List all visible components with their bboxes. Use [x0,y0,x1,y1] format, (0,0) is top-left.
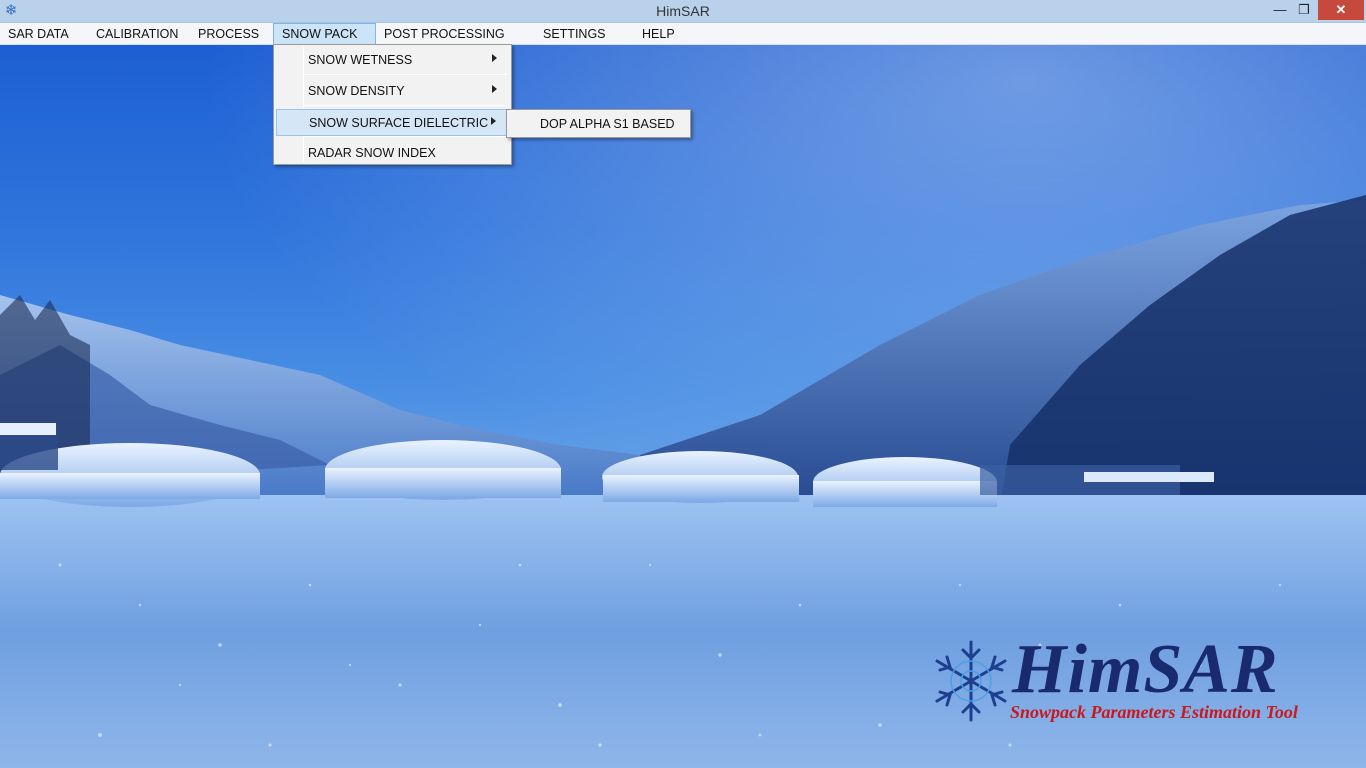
snow-surface-dielectric-submenu: DOP ALPHA S1 BASED [506,109,691,138]
restore-button[interactable]: ❐ [1291,0,1317,20]
menu-separator [304,105,507,106]
menu-item-snow-surface-dielectric[interactable]: SNOW SURFACE DIELECTRIC [276,109,509,136]
menu-item-label: SNOW SURFACE DIELECTRIC [309,116,489,130]
menu-separator [304,136,507,137]
submenu-arrow-icon [491,117,496,125]
snowflake-icon [935,640,1007,722]
menu-post-processing[interactable]: POST PROCESSING [376,23,513,45]
title-bar: ❄ HimSAR — ❐ ✕ [0,0,1366,23]
menu-item-dop-alpha-s1-based[interactable]: DOP ALPHA S1 BASED [540,117,675,131]
menu-process[interactable]: PROCESS [190,23,267,45]
menu-calibration[interactable]: CALIBRATION [88,23,186,45]
menu-item-label: SNOW WETNESS [308,53,413,67]
submenu-arrow-icon [492,54,497,62]
menu-item-snow-wetness[interactable]: SNOW WETNESS [276,47,509,74]
menu-item-radar-snow-index[interactable]: RADAR SNOW INDEX [276,140,509,167]
himsar-logo: HimSAR Snowpack Parameters Estimation To… [926,631,1346,726]
logo-brand-text: HimSAR [1012,631,1279,708]
menu-sar-data[interactable]: SAR DATA [0,23,77,45]
menu-item-label: SNOW DENSITY [308,84,405,98]
window-title: HimSAR [656,3,710,19]
snow-pack-dropdown: SNOW WETNESS SNOW DENSITY SNOW SURFACE D… [273,44,512,165]
menu-item-snow-density[interactable]: SNOW DENSITY [276,78,509,105]
menu-settings[interactable]: SETTINGS [535,23,614,45]
close-button[interactable]: ✕ [1318,0,1364,20]
minimize-button[interactable]: — [1267,0,1293,20]
submenu-arrow-icon [492,85,497,93]
menu-bar: SAR DATA CALIBRATION PROCESS SNOW PACK P… [0,23,1366,45]
logo-tagline: Snowpack Parameters Estimation Tool [1010,702,1298,722]
menu-snow-pack[interactable]: SNOW PACK [273,23,376,45]
menu-item-label: RADAR SNOW INDEX [308,146,436,160]
menu-help[interactable]: HELP [634,23,683,45]
menu-separator [304,74,507,75]
